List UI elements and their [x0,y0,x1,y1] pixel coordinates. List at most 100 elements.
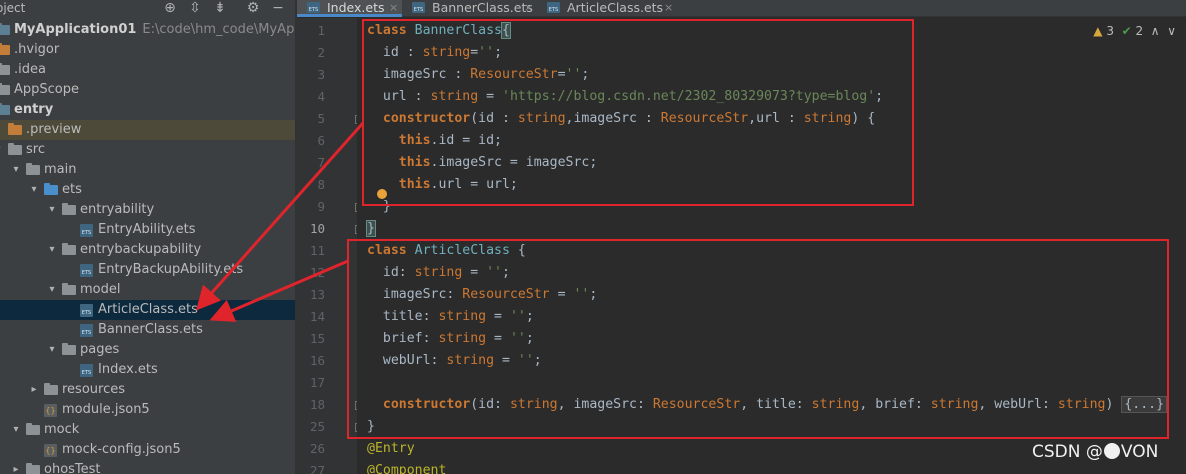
tree-item[interactable]: AppScope [0,80,295,100]
json-file-icon [44,404,57,417]
tree-item-name: .preview [26,122,82,137]
chevron-down-icon[interactable]: ▾ [46,240,58,260]
tree-item-name: main [44,162,77,177]
tree-item[interactable]: ▾ main [0,160,295,180]
highlight-box-articleclass [347,239,1169,439]
gear-icon[interactable]: ⚙ [245,0,261,16]
chevron-down-icon[interactable]: ∨ [1167,24,1176,38]
tree-item[interactable]: .preview [0,120,295,140]
tree-item[interactable]: ▾ mock [0,420,295,440]
line-number: 14 [309,309,325,324]
close-icon[interactable]: × [664,0,673,15]
tree-item[interactable]: ▾ pages [0,340,295,360]
folder-icon [62,203,76,215]
tree-item[interactable]: ▾ entryability [0,200,295,220]
tree-item[interactable]: ▾ model [0,280,295,300]
close-icon[interactable]: × [524,0,533,15]
inspection-widget[interactable]: ▲ 3 ✔ 2 ∧ ∨ [1093,24,1176,38]
check-icon: ✔ [1121,24,1132,38]
folder-icon [26,423,40,435]
folder-icon [26,163,40,175]
line-number: 7 [317,155,325,170]
tree-item-name: entry [14,102,54,117]
line-number: 5 [317,111,325,126]
code-line[interactable]: @Component [367,460,446,474]
ets-file-icon [80,324,93,337]
tree-item-name: BannerClass.ets [98,322,203,337]
chevron-down-icon[interactable]: ▾ [46,340,58,360]
tree-item[interactable]: module.json5 [0,400,295,420]
tab-articleclass-ets[interactable]: ArticleClass.ets × [537,0,677,17]
line-number: 10 [309,221,325,236]
project-path: E:\code\hm_code\MyApplication0 [142,22,295,37]
watermark-suffix: VON [1120,442,1159,462]
tree-item-name: Index.ets [98,362,158,377]
watermark: CSDN @ VON [1032,442,1158,462]
watermark-prefix: CSDN @ [1032,442,1103,462]
tree-item-name: .idea [14,62,46,77]
tree-item[interactable]: .hvigor [0,40,295,60]
tree-item-label: entryability [80,200,154,220]
tree-item[interactable]: ▾entry [0,100,295,120]
close-icon[interactable]: × [389,0,398,15]
collapse-all-icon[interactable]: ⇟ [212,0,228,16]
tree-item[interactable]: .idea [0,60,295,80]
warning-count: 3 [1106,24,1114,38]
tree-item-name: entryability [80,202,155,217]
code-line[interactable]: } [366,218,376,240]
folder-icon [8,143,22,155]
highlight-box-bannerclass [362,19,914,206]
chevron-right-icon[interactable]: ▸ [10,460,22,474]
tree-item[interactable]: ▾ src [0,140,295,160]
tree-item[interactable]: Index.ets [0,360,295,380]
project-view-label[interactable]: oject [0,0,25,16]
tree-item[interactable]: ▾ ets [0,180,295,200]
tree-item-label: EntryAbility.ets [98,220,196,240]
tree-item-label: module.json5 [62,400,150,420]
chevron-right-icon[interactable]: ▸ [28,380,40,400]
tree-item[interactable]: mock-config.json5 [0,440,295,460]
tree-item-name: model [80,282,121,297]
tree-item-label: ets [62,180,82,200]
line-number: 4 [317,89,325,104]
line-number: 11 [309,243,325,258]
chevron-down-icon[interactable]: ▾ [10,160,22,180]
ets-file-icon [80,364,93,377]
folder-icon [62,243,76,255]
expand-all-icon[interactable]: ⇳ [187,0,203,16]
ets-file-icon [80,224,93,237]
chevron-down-icon[interactable]: ▾ [46,200,58,220]
chevron-down-icon[interactable]: ▾ [0,140,4,160]
tree-item-name: ohosTest [44,462,101,474]
chevron-down-icon[interactable]: ▾ [46,280,58,300]
folder-icon [62,283,76,295]
folder-icon [0,63,10,75]
folder-icon [62,343,76,355]
project-panel: oject ⊕ ⇳ ⇟ ⚙ − ▾MyApplication01E:\code\… [0,0,295,474]
tree-item[interactable]: ▸ resources [0,380,295,400]
line-number: 3 [317,67,325,82]
folder-icon [8,123,22,135]
tree-item[interactable]: EntryAbility.ets [0,220,295,240]
tab-bannerclass-ets[interactable]: BannerClass.ets × [402,0,537,17]
tree-item[interactable]: ▾ entrybackupability [0,240,295,260]
code-line[interactable]: @Entry [367,438,415,460]
tab-index-ets[interactable]: Index.ets × [297,0,402,17]
tree-item-name: mock [44,422,80,437]
target-icon[interactable]: ⊕ [162,0,178,16]
chevron-up-icon[interactable]: ∧ [1151,24,1160,38]
tree-item[interactable]: ArticleClass.ets [0,300,295,320]
ets-file-icon [412,2,425,13]
line-number: 8 [317,177,325,192]
tree-item[interactable]: ▾MyApplication01E:\code\hm_code\MyApplic… [0,20,295,40]
tree-item[interactable]: EntryBackupAbility.ets [0,260,295,280]
tree-item-label: Index.ets [98,360,158,380]
tab-label: Index.ets [327,0,385,15]
tree-item[interactable]: ▸ ohosTest [0,460,295,474]
chevron-down-icon[interactable]: ▾ [10,420,22,440]
chevron-down-icon[interactable]: ▾ [28,180,40,200]
tree-item-name: entrybackupability [80,242,202,257]
tree-item-label: AppScope [14,80,79,100]
minimize-icon[interactable]: − [270,0,286,16]
tree-item[interactable]: BannerClass.ets [0,320,295,340]
